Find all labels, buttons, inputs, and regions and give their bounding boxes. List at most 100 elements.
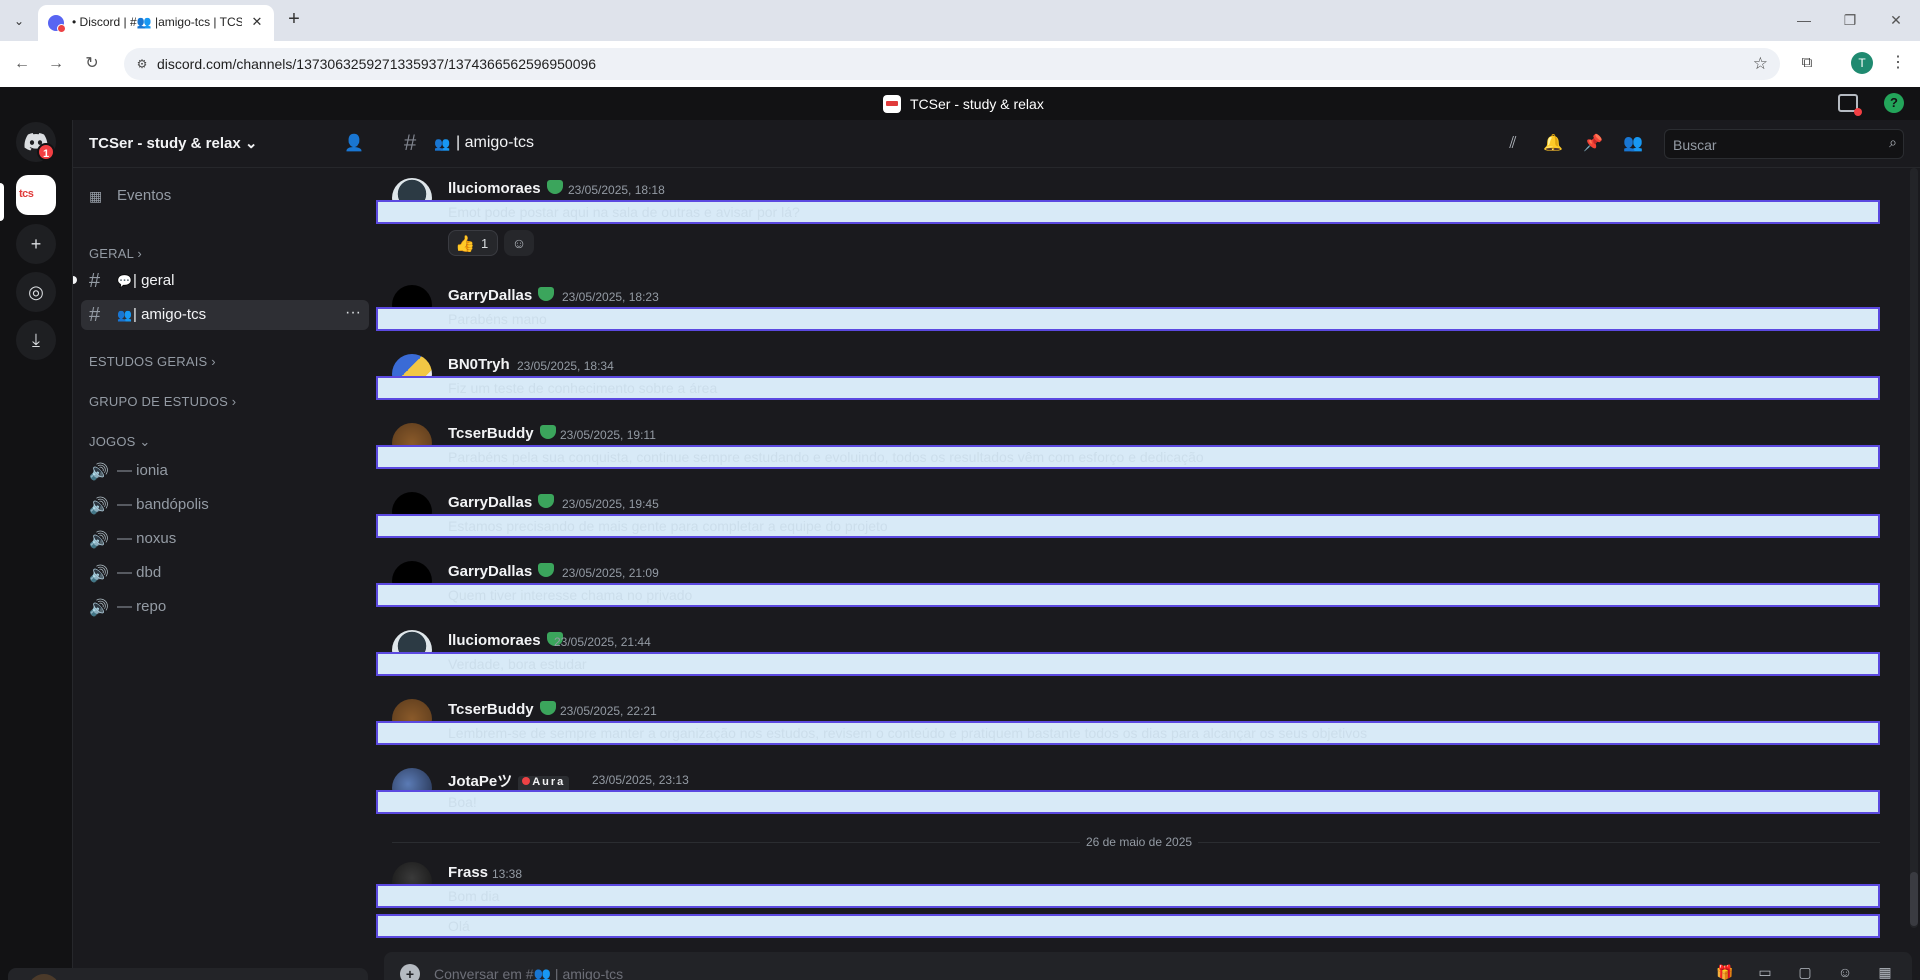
message-content[interactable]: Parabéns mano xyxy=(376,307,1880,331)
forward-arrow-icon[interactable]: → xyxy=(44,52,68,76)
message-timestamp: 23/05/2025, 18:34 xyxy=(517,359,614,373)
message-timestamp: 23/05/2025, 18:23 xyxy=(562,290,659,304)
reload-icon[interactable]: ↻ xyxy=(80,52,104,76)
message-author[interactable]: Frass xyxy=(448,864,488,881)
message-content[interactable]: Bom dia xyxy=(376,884,1880,908)
more-options-icon[interactable]: ··· xyxy=(345,304,361,322)
site-info-icon[interactable]: ⚙ xyxy=(134,56,150,72)
download-apps-icon[interactable]: ⤓ xyxy=(16,320,56,360)
role-badge-icon xyxy=(546,180,563,194)
add-reaction-icon[interactable]: ☺ xyxy=(504,230,534,256)
reaction-thumbs-up[interactable]: 👍 1 xyxy=(448,230,498,256)
composer-placeholder: Conversar em #👥 | amigo-tcs xyxy=(434,966,624,980)
tab-search-icon[interactable]: ⌄ xyxy=(8,10,30,32)
message-content[interactable]: Parabéns pela sua conquista, continue se… xyxy=(376,445,1880,469)
user-panel[interactable] xyxy=(8,968,368,980)
channel-label: | amigo-tcs xyxy=(133,306,207,323)
message-author[interactable]: GarryDallas xyxy=(448,563,555,580)
message-content[interactable]: Boa! xyxy=(376,790,1880,814)
browser-menu-icon[interactable]: ⋮ xyxy=(1888,52,1908,74)
server-name[interactable]: TCSer - study & relax ⌄ xyxy=(89,134,257,152)
voice-channel-bandopolis[interactable]: 🔊 — bandópolis xyxy=(81,490,369,520)
tab-title: • Discord | #👥 |amigo-tcs | TCSer xyxy=(72,15,242,29)
message-author[interactable]: BN0Tryh xyxy=(448,356,510,373)
voice-channel-dbd[interactable]: 🔊 — dbd xyxy=(81,558,369,588)
apps-icon[interactable]: ▦ xyxy=(1874,964,1896,980)
message-timestamp: 23/05/2025, 22:21 xyxy=(560,704,657,718)
minimize-icon[interactable]: — xyxy=(1792,8,1816,32)
voice-channel-label: — ionia xyxy=(117,462,168,479)
discord-titlebar: TCSer - study & relax ? xyxy=(0,87,1920,120)
message-content[interactable]: Verdade, bora estudar xyxy=(376,652,1880,676)
message-timestamp: 23/05/2025, 19:45 xyxy=(562,497,659,511)
role-badge-icon xyxy=(538,494,555,508)
message-author[interactable]: JotaPeツ Aura xyxy=(448,770,570,792)
discover-compass-icon[interactable]: ◎ xyxy=(16,272,56,312)
message-content[interactable]: Fiz um teste de conhecimento sobre a áre… xyxy=(376,376,1880,400)
gift-icon[interactable]: 🎁 xyxy=(1714,964,1736,980)
message-author[interactable]: TcserBuddy xyxy=(448,425,556,442)
unread-indicator xyxy=(73,276,77,284)
date-divider: 26 de maio de 2025 xyxy=(376,835,1902,849)
voice-channel-ionia[interactable]: 🔊 — ionia xyxy=(81,456,369,486)
back-arrow-icon[interactable]: ← xyxy=(10,52,34,76)
role-badge-icon xyxy=(539,701,556,715)
reaction-count: 1 xyxy=(481,236,489,251)
threads-icon[interactable]: ⫽ xyxy=(1502,133,1524,155)
message-timestamp: 23/05/2025, 23:13 xyxy=(592,773,689,787)
restore-icon[interactable]: ❐ xyxy=(1838,8,1862,32)
inbox-icon[interactable] xyxy=(1838,94,1862,116)
speaker-icon: 🔊 xyxy=(89,532,109,549)
message-content[interactable]: Emot pode postar aqui na sala de outras … xyxy=(376,200,1880,224)
url-text[interactable]: discord.com/channels/1373063259271335937… xyxy=(157,56,596,72)
upload-plus-icon[interactable]: + xyxy=(400,964,420,980)
add-server-icon[interactable]: + xyxy=(16,224,56,264)
profile-avatar[interactable]: T xyxy=(1851,52,1873,74)
gif-icon[interactable]: ▭ xyxy=(1754,964,1776,980)
message-content[interactable]: Olá xyxy=(376,914,1880,938)
message-text: Parabéns pela sua conquista, continue se… xyxy=(448,449,1204,465)
server-header[interactable]: TCSer - study & relax ⌄ 👤 xyxy=(73,120,377,168)
address-bar[interactable]: ⚙ discord.com/channels/13730632592713359… xyxy=(124,48,1780,80)
emoji-icon[interactable]: ☺ xyxy=(1834,964,1856,980)
category-estudos-gerais[interactable]: ESTUDOS GERAIS › xyxy=(89,354,216,369)
voice-channel-repo[interactable]: 🔊 — repo xyxy=(81,592,369,622)
sticker-icon[interactable]: ▢ xyxy=(1794,964,1816,980)
voice-channel-noxus[interactable]: 🔊 — noxus xyxy=(81,524,369,554)
message-author[interactable]: GarryDallas xyxy=(448,494,555,511)
message-content[interactable]: Estamos precisando de mais gente para co… xyxy=(376,514,1880,538)
channel-amigo-tcs[interactable]: # 👥 | amigo-tcs ··· xyxy=(81,300,369,330)
category-jogos[interactable]: JOGOS ⌄ xyxy=(89,434,150,450)
invite-people-icon[interactable]: 👤 xyxy=(343,133,365,155)
bell-icon[interactable]: 🔔 xyxy=(1542,133,1564,155)
message-text: Boa! xyxy=(448,794,477,810)
bookmark-star-icon[interactable]: ☆ xyxy=(1753,54,1768,74)
member-list-icon[interactable]: 👥 xyxy=(1622,133,1644,155)
message-author[interactable]: lluciomoraes xyxy=(448,632,563,649)
new-tab-button[interactable]: + xyxy=(282,8,306,32)
browser-tab-discord[interactable]: • Discord | #👥 |amigo-tcs | TCSer ✕ xyxy=(38,5,274,41)
message-author[interactable]: TcserBuddy xyxy=(448,701,556,718)
message-author[interactable]: GarryDallas xyxy=(448,287,555,304)
search-input[interactable]: Buscar ⌕ xyxy=(1664,129,1904,159)
pin-icon[interactable]: 📌 xyxy=(1582,133,1604,155)
hashtag-icon: # xyxy=(404,130,417,155)
message-content[interactable]: Quem tiver interesse chama no privado xyxy=(376,583,1880,607)
category-geral[interactable]: GERAL › xyxy=(89,246,142,261)
server-icon xyxy=(883,95,901,113)
help-icon[interactable]: ? xyxy=(1884,93,1904,113)
message-author[interactable]: lluciomoraes xyxy=(448,180,563,197)
server-tcser-icon[interactable]: tcs xyxy=(16,175,56,215)
tab-close-icon[interactable]: ✕ xyxy=(248,13,266,31)
people-icon: 👥 xyxy=(117,308,132,322)
channel-geral[interactable]: # 💬 | geral xyxy=(73,266,369,296)
category-grupo-de-estudos[interactable]: GRUPO DE ESTUDOS › xyxy=(89,394,236,409)
message-composer[interactable]: + Conversar em #👥 | amigo-tcs 🎁 ▭ ▢ ☺ ▦ xyxy=(384,952,1912,980)
extensions-icon[interactable]: ⧉ xyxy=(1797,53,1817,73)
message-content[interactable]: Lembrem-se de sempre manter a organizaçã… xyxy=(376,721,1880,745)
events-item[interactable]: ▦ Eventos xyxy=(81,180,369,212)
chat-scrollbar[interactable] xyxy=(1910,168,1918,928)
close-window-icon[interactable]: ✕ xyxy=(1884,8,1908,32)
role-badge-icon xyxy=(538,563,555,577)
scrollbar-thumb[interactable] xyxy=(1910,872,1918,926)
